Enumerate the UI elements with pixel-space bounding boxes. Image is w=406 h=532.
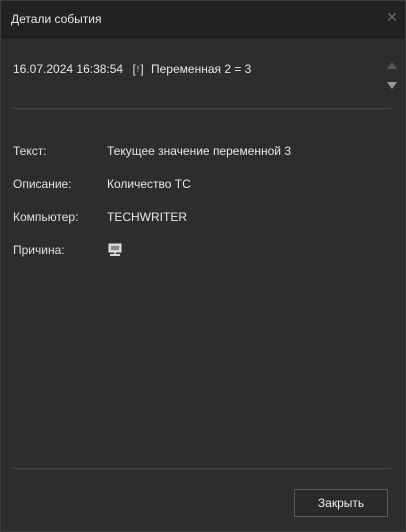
event-summary-line: 16.07.2024 16:38:54 [!] Переменная 2 = 3 xyxy=(13,61,373,81)
flag-bracket-close: ] xyxy=(140,62,144,77)
close-button[interactable]: Закрыть xyxy=(294,489,388,517)
next-event-arrow-icon[interactable] xyxy=(387,82,397,89)
previous-event-arrow-icon[interactable] xyxy=(387,62,397,69)
detail-label: Текст: xyxy=(13,144,47,158)
flag-mark: ! xyxy=(136,64,140,75)
divider xyxy=(13,108,391,109)
detail-value: Количество ТС xyxy=(107,177,191,191)
detail-row-computer: Компьютер: TECHWRITER xyxy=(13,210,383,228)
detail-row-text: Текст: Текущее значение переменной 3 xyxy=(13,144,383,162)
detail-label: Описание: xyxy=(13,177,72,191)
event-timestamp: 16.07.2024 16:38:54 xyxy=(13,61,124,76)
event-details-dialog: Детали события ✕ 16.07.2024 16:38:54 [!]… xyxy=(0,0,406,532)
detail-value: TECHWRITER xyxy=(107,210,187,224)
close-icon[interactable]: ✕ xyxy=(385,10,399,24)
event-navigation xyxy=(385,59,399,93)
detail-row-description: Описание: Количество ТС xyxy=(13,177,383,195)
detail-row-reason: Причина: xyxy=(13,243,383,261)
detail-value: Текущее значение переменной 3 xyxy=(107,144,292,158)
event-flag-icon: [!] xyxy=(132,61,143,76)
detail-label: Причина: xyxy=(13,243,65,257)
title-bar: Детали события ✕ xyxy=(1,1,405,38)
detail-label: Компьютер: xyxy=(13,210,79,224)
dialog-title: Детали события xyxy=(11,12,102,26)
flag-bracket-open: [ xyxy=(132,62,136,77)
divider xyxy=(13,468,391,469)
event-summary: Переменная 2 = 3 xyxy=(151,61,252,76)
monitor-icon xyxy=(107,242,123,258)
